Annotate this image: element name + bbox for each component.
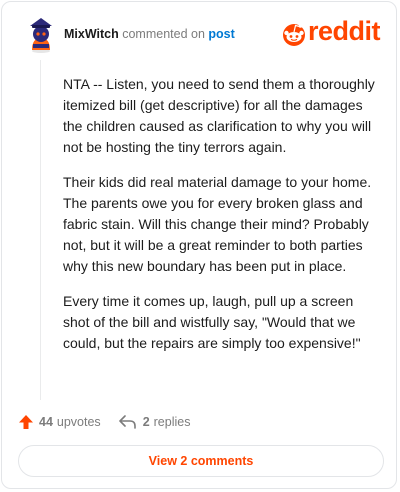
reply-count: 2 xyxy=(142,415,150,429)
reddit-logo[interactable]: reddit xyxy=(282,16,388,49)
upvote-count: 44 xyxy=(39,415,53,429)
reddit-wordmark: reddit xyxy=(308,16,381,46)
comment-paragraph: Their kids did real material damage to y… xyxy=(63,174,372,274)
reply-label: replies xyxy=(153,415,191,429)
comment-paragraph: NTA -- Listen, you need to send them a t… xyxy=(63,76,375,155)
comment-actions: 44 upvotes 2 replies xyxy=(18,412,190,432)
username-link[interactable]: MixWitch xyxy=(64,27,119,41)
reply-arrow-icon xyxy=(118,415,136,429)
view-comments-label: View 2 comments xyxy=(148,454,254,468)
view-comments-button[interactable]: View 2 comments xyxy=(18,445,384,477)
user-avatar-icon[interactable] xyxy=(24,16,58,54)
post-link[interactable]: post xyxy=(208,27,234,41)
upvote-arrow-icon xyxy=(19,415,33,429)
thread-line[interactable] xyxy=(40,60,41,400)
comment-action-text: commented on xyxy=(122,27,205,41)
reddit-alien-icon xyxy=(283,24,305,46)
comment-body: NTA -- Listen, you need to send them a t… xyxy=(63,74,381,368)
replies-button[interactable]: 2 replies xyxy=(118,415,191,429)
comment-paragraph: Every time it comes up, laugh, pull up a… xyxy=(63,293,361,351)
comment-card: MixWitch commented on post reddit NTA --… xyxy=(1,1,397,489)
comment-header: MixWitch commented on post xyxy=(64,27,235,41)
upvote-button[interactable]: 44 upvotes xyxy=(18,414,101,430)
upvote-label: upvotes xyxy=(56,415,101,429)
